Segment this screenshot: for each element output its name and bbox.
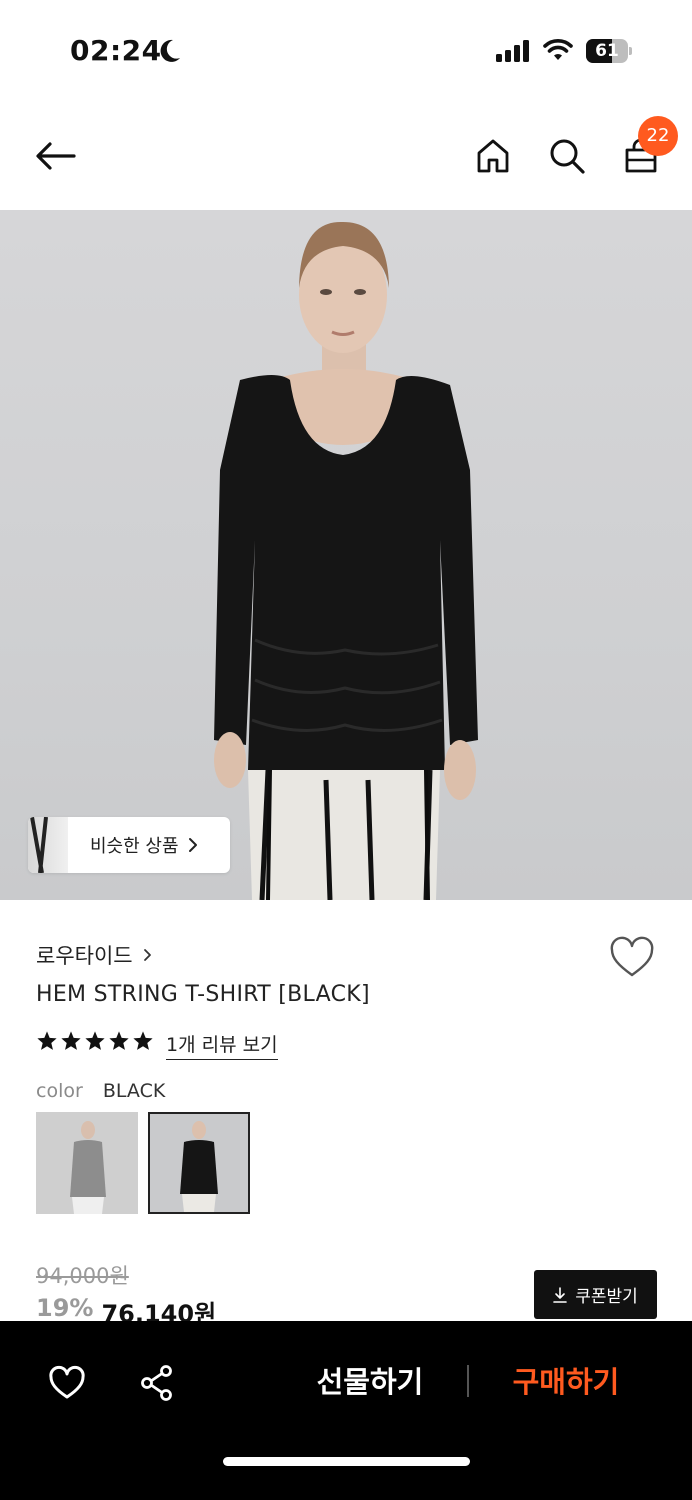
rating-stars xyxy=(36,1030,154,1052)
cellular-signal-icon xyxy=(496,40,529,62)
home-icon xyxy=(477,139,509,173)
product-image[interactable]: 비슷한 상품 xyxy=(0,210,692,900)
divider xyxy=(467,1365,469,1397)
heart-outline-icon xyxy=(610,936,654,977)
similar-products-button[interactable]: 비슷한 상품 xyxy=(28,817,230,873)
buy-button[interactable]: 구매하기 xyxy=(496,1357,636,1407)
top-nav xyxy=(0,100,692,210)
star-icon xyxy=(133,1031,153,1050)
color-swatch-gray[interactable] xyxy=(36,1112,138,1214)
bottom-action-bar: 선물하기 구매하기 xyxy=(0,1321,692,1500)
brand-link[interactable]: 로우타이드 xyxy=(36,940,153,970)
gift-button[interactable]: 선물하기 xyxy=(300,1357,440,1407)
battery-level: 61 xyxy=(595,41,619,61)
similar-products-label: 비슷한 상품 xyxy=(90,836,179,857)
brand-name: 로우타이드 xyxy=(36,944,133,968)
wifi-icon xyxy=(543,39,573,60)
bottom-wishlist-button[interactable] xyxy=(43,1361,91,1405)
wishlist-button[interactable] xyxy=(608,934,656,982)
color-label: color xyxy=(36,1080,83,1102)
coupon-label: 쿠폰받기 xyxy=(575,1287,638,1307)
download-icon xyxy=(553,1286,568,1303)
back-arrow-icon xyxy=(36,142,76,170)
coupon-download-button[interactable]: 쿠폰받기 xyxy=(534,1270,657,1319)
search-button[interactable] xyxy=(545,134,589,178)
star-icon xyxy=(109,1031,129,1050)
product-photo xyxy=(214,221,478,900)
battery-indicator: 61 xyxy=(586,39,632,63)
home-button[interactable] xyxy=(471,134,515,178)
product-title: HEM STRING T-SHIRT [BLACK] xyxy=(36,982,370,1007)
share-button[interactable] xyxy=(133,1361,181,1405)
review-link[interactable]: 1개 리뷰 보기 xyxy=(166,1030,278,1060)
color-value: BLACK xyxy=(102,1080,166,1102)
status-bar: 02:24 61 xyxy=(0,0,692,100)
chevron-right-icon xyxy=(143,949,151,961)
color-swatch-black[interactable] xyxy=(148,1112,250,1214)
star-icon xyxy=(61,1031,81,1050)
cart-count-badge: 22 xyxy=(638,116,678,156)
star-icon xyxy=(37,1031,57,1050)
color-row: color BLACK xyxy=(36,1080,165,1102)
home-indicator xyxy=(223,1457,470,1466)
original-price: 94,000원 xyxy=(36,1264,129,1288)
chevron-right-icon xyxy=(188,838,197,852)
status-time: 02:24 xyxy=(70,34,162,67)
similar-product-thumbnail xyxy=(28,817,68,873)
star-icon xyxy=(85,1031,105,1050)
heart-outline-icon xyxy=(49,1365,85,1399)
back-button[interactable] xyxy=(34,134,78,178)
share-icon xyxy=(141,1365,172,1401)
search-icon xyxy=(550,139,585,174)
moon-icon xyxy=(160,39,180,62)
